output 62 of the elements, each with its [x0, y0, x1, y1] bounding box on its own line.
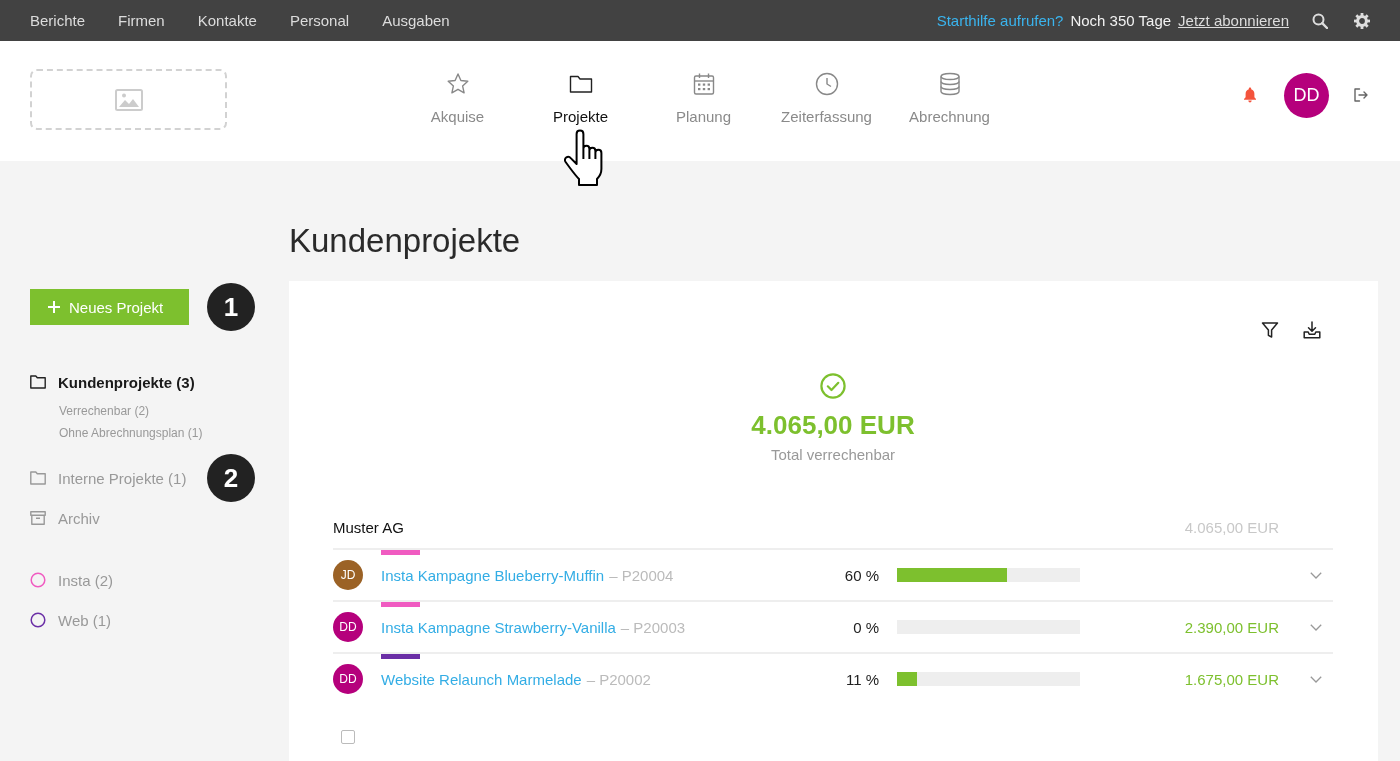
folder-link[interactable]: Archiv	[30, 509, 100, 527]
menu-link[interactable]: Berichte	[30, 12, 86, 29]
subfolder-link[interactable]: Ohne Abrechnungsplan (1)	[59, 422, 203, 444]
nav-tab[interactable]: Projekte	[519, 41, 642, 125]
nav-tab[interactable]: Abrechnung	[888, 41, 1011, 125]
plus-icon	[48, 301, 60, 313]
archive-box-icon	[30, 511, 46, 525]
progress-percent: 60 %	[843, 566, 879, 584]
project-number: – P20004	[609, 566, 674, 584]
page-title: Kundenprojekte	[289, 221, 522, 261]
nav-tab[interactable]: Planung	[642, 41, 765, 125]
help-link[interactable]: Starthilfe aufrufen?	[936, 12, 1064, 29]
chevron-down-icon[interactable]	[1310, 571, 1322, 579]
chevron-down-icon[interactable]	[1310, 675, 1322, 683]
trial-notice: Noch 350 Tage	[1070, 12, 1172, 29]
project-number: – P20003	[620, 618, 686, 636]
user-avatar: DD	[333, 664, 363, 694]
menu-link[interactable]: Personal	[289, 12, 350, 29]
project-link[interactable]: Insta Kampagne Blueberry-Muffin	[381, 566, 605, 584]
user-avatar: DD	[333, 612, 363, 642]
image-icon	[114, 88, 143, 111]
new-project-button[interactable]: Neues Projekt	[30, 289, 189, 325]
subscribe-link[interactable]: Jetzt abonnieren	[1178, 12, 1289, 29]
settings-icon[interactable]	[1354, 12, 1370, 29]
download-icon[interactable]	[1303, 321, 1321, 339]
folder-link[interactable]: Interne Projekte (1)	[30, 469, 187, 487]
chevron-down-icon[interactable]	[1310, 623, 1322, 631]
menu-link[interactable]: Kontakte	[197, 12, 257, 29]
menu-link[interactable]: Firmen	[118, 12, 165, 29]
company-name: Muster AG	[333, 518, 404, 536]
bell-icon[interactable]	[1243, 87, 1257, 103]
nav-tab[interactable]: Akquise	[396, 41, 519, 125]
user-avatar: JD	[333, 560, 363, 590]
folder-icon	[30, 471, 46, 485]
database-icon	[937, 72, 962, 96]
checkbox[interactable]	[341, 730, 355, 744]
user-avatar[interactable]: DD	[1284, 72, 1329, 118]
folder-link[interactable]: Kundenprojekte (3)	[30, 373, 195, 391]
progress-percent: 11 %	[844, 670, 879, 688]
menu-link[interactable]: Ausgaben	[382, 12, 450, 29]
check-circle-icon	[820, 373, 846, 399]
callout-number: 1	[207, 283, 255, 331]
tag-link[interactable]: Web (1)	[30, 600, 112, 640]
total-amount: 4.065,00 EUR	[751, 409, 915, 441]
project-amount: 2.390,00 EUR	[1184, 618, 1279, 636]
subfolder-link[interactable]: Verrechenbar (2)	[59, 400, 150, 422]
project-number: – P20002	[586, 670, 651, 688]
calendar-icon	[691, 72, 716, 96]
total-label: Total verrechenbar	[770, 445, 896, 465]
clock-icon	[814, 72, 839, 96]
callout-number: 2	[207, 454, 255, 502]
tag-link[interactable]: Insta (2)	[30, 560, 114, 600]
progress-percent: 0 %	[852, 618, 879, 636]
project-amount: 1.675,00 EUR	[1184, 670, 1279, 688]
folder-icon	[30, 375, 46, 389]
logout-icon[interactable]	[1354, 88, 1368, 102]
nav-tab[interactable]: Zeiterfassung	[765, 41, 888, 125]
project-link[interactable]: Website Relaunch Marmelade	[381, 670, 582, 688]
filter-icon[interactable]	[1261, 321, 1279, 339]
search-icon[interactable]	[1312, 12, 1328, 29]
project-link[interactable]: Insta Kampagne Strawberry-Vanilla	[381, 618, 616, 636]
star-icon	[445, 72, 470, 96]
